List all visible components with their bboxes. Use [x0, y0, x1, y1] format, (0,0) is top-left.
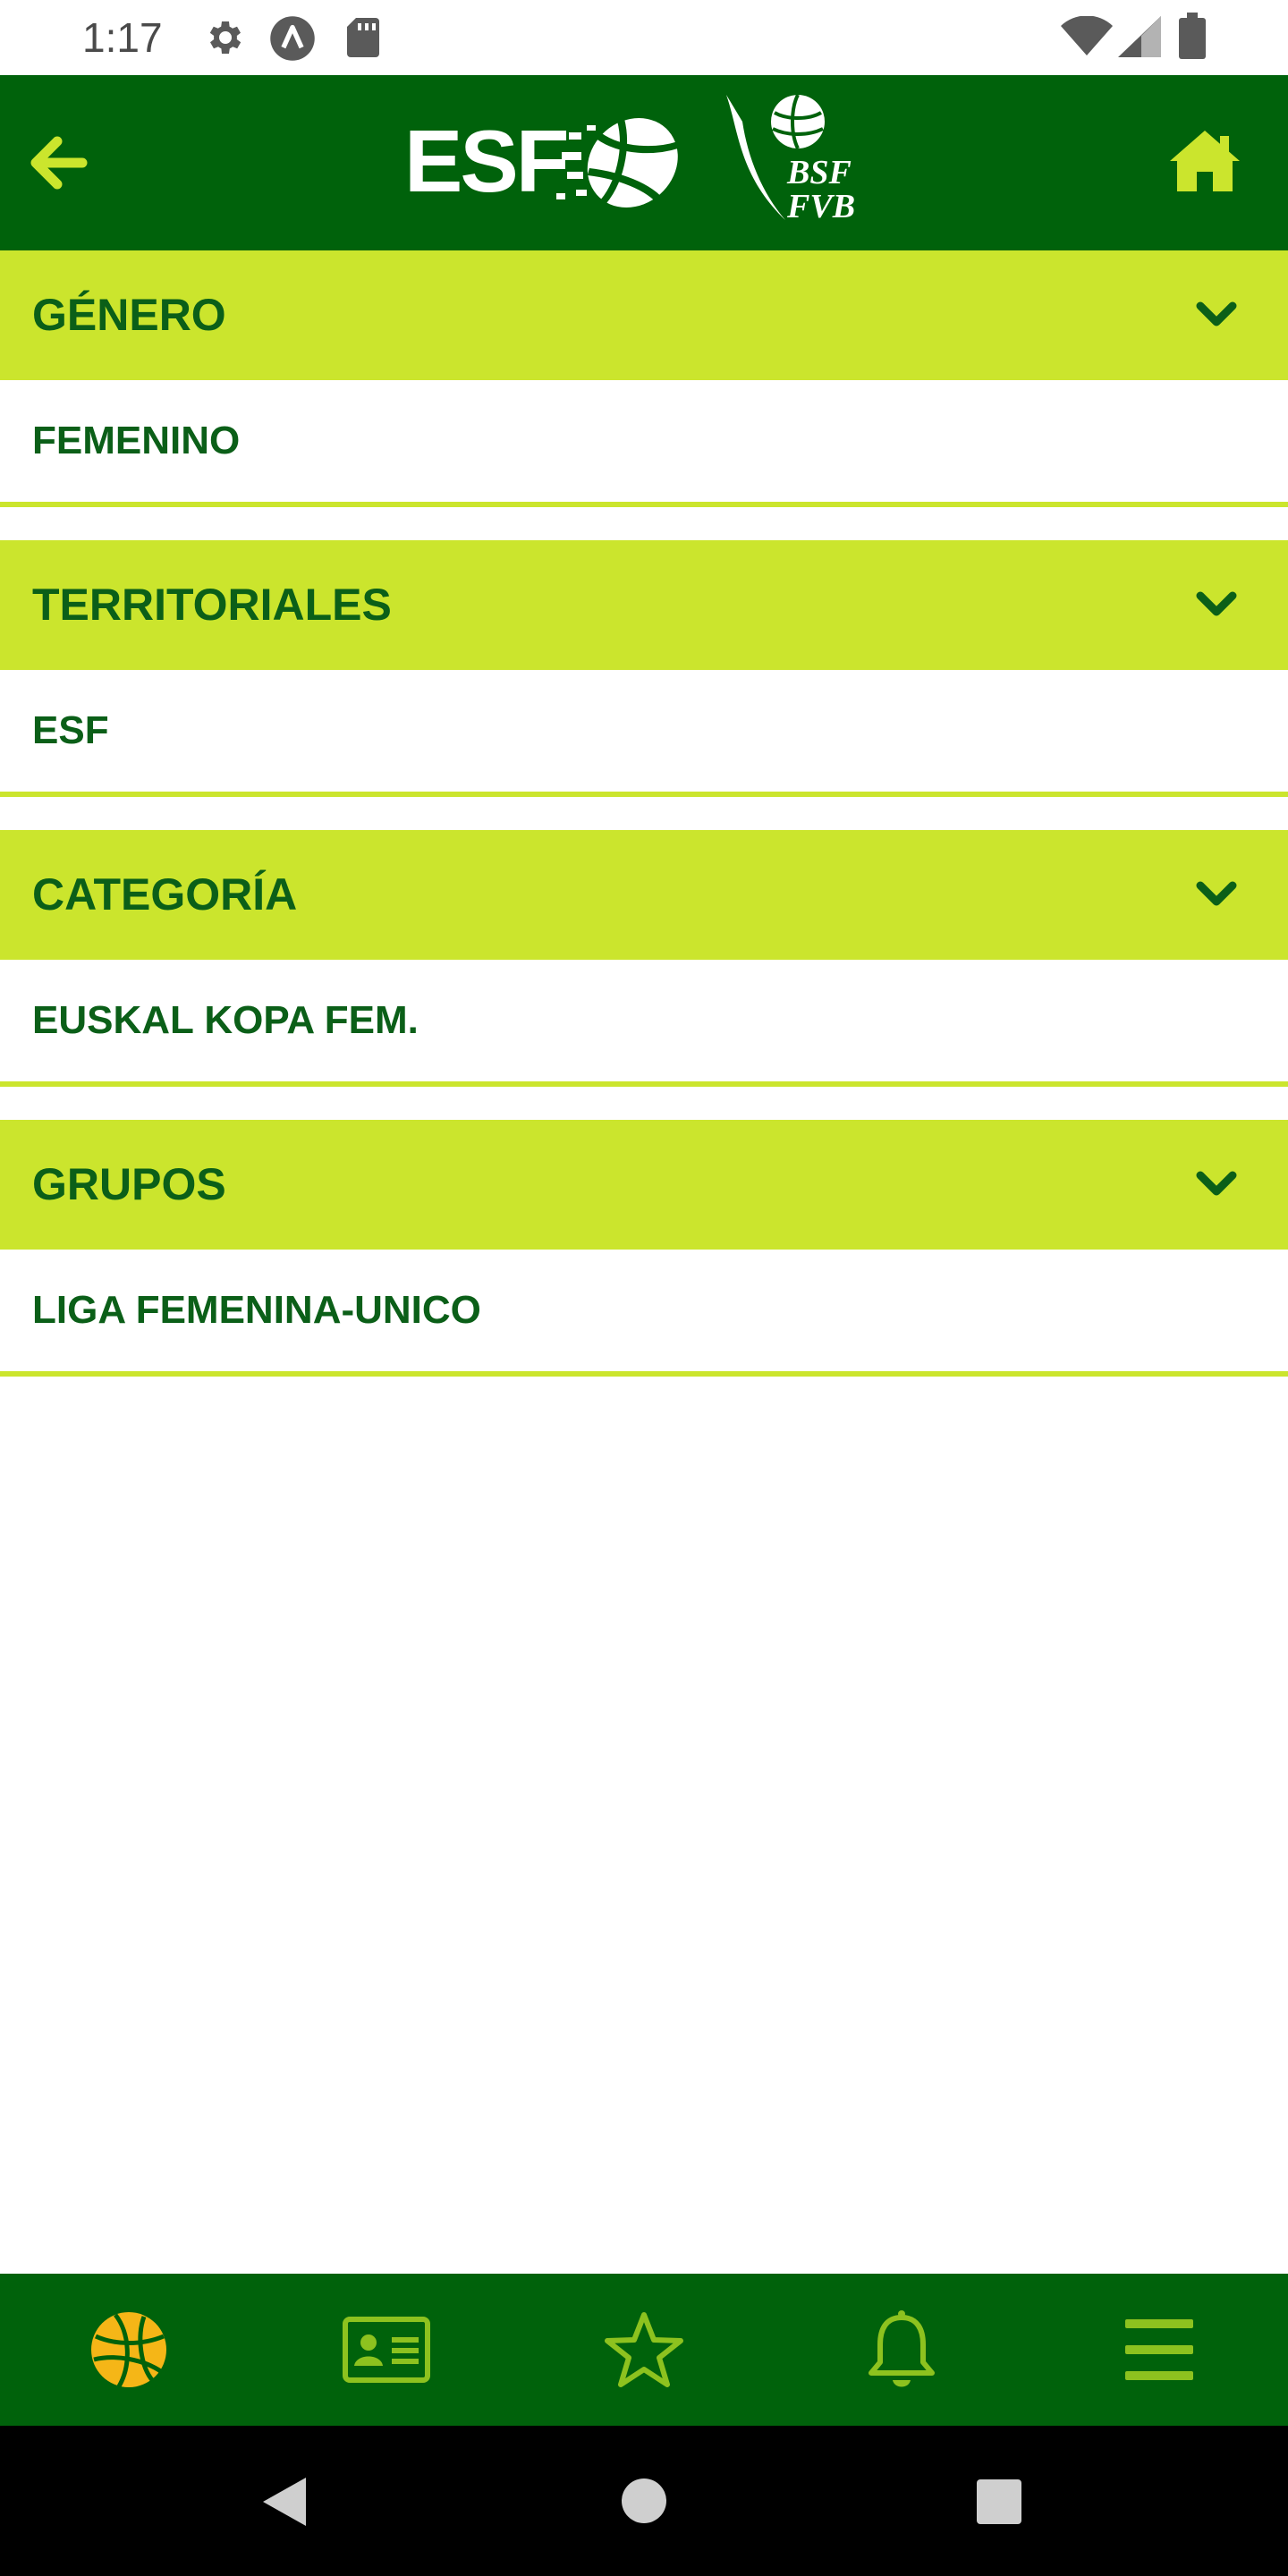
- status-bar: 1:17: [0, 0, 1288, 75]
- section-title: CATEGORÍA: [32, 869, 298, 919]
- battery-icon: [1179, 13, 1206, 59]
- star-icon[interactable]: [603, 2309, 685, 2390]
- basketball-icon[interactable]: [89, 2309, 169, 2390]
- section-value-row[interactable]: EUSKAL KOPA FEM.: [0, 960, 1288, 1087]
- menu-icon[interactable]: [1123, 2318, 1195, 2382]
- section-title: GRUPOS: [32, 1159, 226, 1209]
- esf-logo: ESF: [404, 107, 708, 215]
- back-triangle-icon[interactable]: [259, 2474, 309, 2529]
- esf-logo-text: ESF: [404, 112, 570, 210]
- section-value: LIGA FEMENINA-UNICO: [32, 1288, 481, 1332]
- recents-square-icon[interactable]: [977, 2479, 1021, 2524]
- section-title: GÉNERO: [32, 290, 226, 340]
- bell-icon[interactable]: [866, 2309, 937, 2391]
- nav-item-notifications[interactable]: [773, 2274, 1030, 2426]
- chevron-down-icon[interactable]: [1195, 295, 1238, 335]
- sd-card-icon: [347, 18, 379, 57]
- signal-icon: [1118, 16, 1161, 57]
- section-header[interactable]: GÉNERO: [0, 250, 1288, 380]
- section-value: ESF: [32, 708, 109, 752]
- app-header: ESF BSF FVB: [0, 75, 1288, 250]
- section-title: TERRITORIALES: [32, 580, 392, 630]
- section-value-row[interactable]: ESF: [0, 670, 1288, 797]
- bottom-nav: [0, 2274, 1288, 2426]
- nav-item-licenses[interactable]: [258, 2274, 515, 2426]
- nav-item-favorites[interactable]: [515, 2274, 773, 2426]
- chevron-down-icon[interactable]: [1195, 875, 1238, 914]
- home-icon[interactable]: [1166, 127, 1243, 195]
- wifi-icon: [1061, 16, 1113, 55]
- esf-basketball-mark-icon: [556, 118, 679, 208]
- section-value-row[interactable]: LIGA FEMENINA-UNICO: [0, 1250, 1288, 1377]
- section-value-row[interactable]: FEMENINO: [0, 380, 1288, 507]
- settings-icon: [209, 21, 242, 54]
- federation-logo-text: BSF FVB: [787, 154, 856, 225]
- home-circle-icon[interactable]: [621, 2478, 667, 2524]
- section-header[interactable]: CATEGORÍA: [0, 830, 1288, 960]
- section-value: FEMENINO: [32, 419, 241, 462]
- a-badge-icon: [270, 16, 315, 61]
- status-time: 1:17: [82, 14, 163, 61]
- federation-logo: BSF FVB: [721, 86, 900, 238]
- chevron-down-icon[interactable]: [1195, 585, 1238, 624]
- chevron-down-icon[interactable]: [1195, 1165, 1238, 1204]
- id-card-icon[interactable]: [342, 2316, 431, 2384]
- arrow-left-icon[interactable]: [27, 134, 88, 191]
- nav-item-competitions[interactable]: [0, 2274, 258, 2426]
- section-header[interactable]: GRUPOS: [0, 1120, 1288, 1250]
- section-header[interactable]: TERRITORIALES: [0, 540, 1288, 670]
- nav-item-menu[interactable]: [1030, 2274, 1288, 2426]
- section-value: EUSKAL KOPA FEM.: [32, 998, 419, 1042]
- system-nav-bar: [0, 2426, 1288, 2576]
